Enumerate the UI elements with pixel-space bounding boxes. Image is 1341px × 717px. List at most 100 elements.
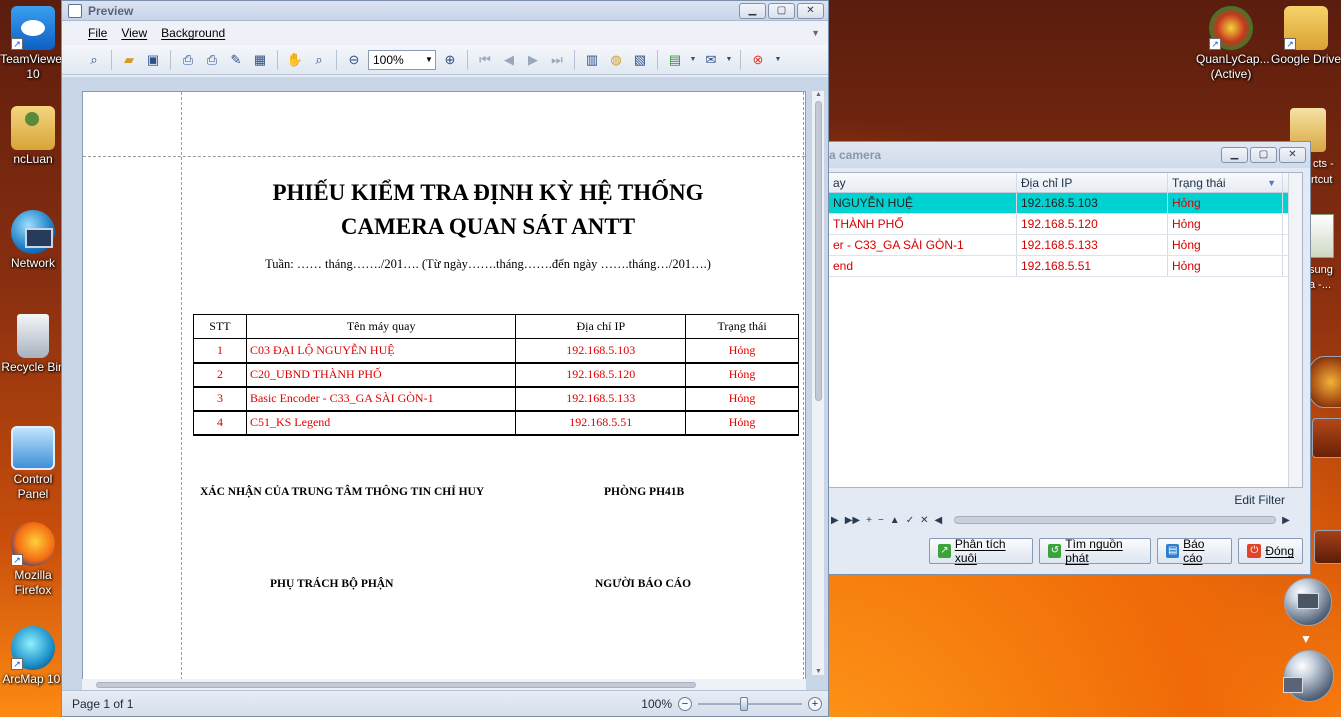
column-header-ip[interactable]: Địa chỉ IP — [1017, 173, 1168, 192]
save-icon[interactable]: ▣ — [143, 50, 163, 70]
table-row[interactable]: end 192.168.5.51 Hỏng — [829, 256, 1302, 277]
open-icon[interactable]: ▰ — [119, 50, 139, 70]
desktop-icon-arcmap[interactable]: ↗ ArcMap 10. — [0, 626, 68, 687]
menu-file[interactable]: File — [88, 26, 107, 40]
desktop-icon-label-partial: cts - — [1313, 158, 1334, 170]
table-row: 3 Basic Encoder - C33_GA SÀI GÒN-1 192.1… — [193, 386, 799, 412]
close-preview-icon[interactable]: ⊗ — [748, 50, 768, 70]
zoom-out-button[interactable]: − — [678, 696, 692, 711]
email-dropdown-icon[interactable]: ▼ — [725, 50, 733, 70]
previous-page-icon[interactable]: ◀ — [499, 50, 519, 70]
report-title-line1: PHIẾU KIỂM TRA ĐỊNH KỲ HỆ THỐNG — [272, 180, 704, 205]
scroll-up-icon[interactable]: ▲ — [812, 91, 825, 98]
watermark-icon[interactable]: ▧ — [630, 50, 650, 70]
desktop-icon-network[interactable]: Network — [0, 210, 68, 271]
desktop-icon-label: ncLuan — [13, 152, 53, 166]
report-button[interactable]: ▤ Báo cáo — [1157, 537, 1233, 565]
last-page-icon[interactable]: ⏭ — [547, 50, 567, 70]
desktop-icon-label: QuanLyCap... (Active) — [1196, 52, 1270, 81]
next-page-icon[interactable]: ▶ — [523, 50, 543, 70]
toolbar-overflow-icon[interactable]: ▼ — [772, 50, 784, 70]
cell-ip: 192.168.5.103 — [515, 338, 687, 364]
zoom-in-icon[interactable]: ⊕ — [440, 50, 460, 70]
zoom-select[interactable]: 100% ▼ — [368, 49, 436, 70]
filter-icon[interactable]: ▼ — [1267, 178, 1276, 188]
preview-title: Preview — [88, 3, 134, 18]
desktop-icon-teamviewer[interactable]: ↗ TeamViewer 10 — [0, 6, 68, 82]
preview-titlebar: Preview ▁ ▢ ✕ — [62, 1, 828, 21]
quick-print-icon[interactable]: ✎ — [226, 50, 246, 70]
desktop-icon-ncluan[interactable]: ncLuan — [0, 106, 68, 167]
zoom-slider-knob[interactable] — [740, 696, 748, 711]
menu-background[interactable]: Background — [161, 26, 225, 40]
column-header-status[interactable]: Trạng thái ▼ — [1168, 173, 1283, 192]
email-icon[interactable]: ✉ — [701, 50, 721, 70]
cell-status: Hỏng — [1168, 256, 1283, 276]
nav-last-icon[interactable]: ▶▶ — [845, 515, 860, 526]
desktop-icon-recycle-bin[interactable]: Recycle Bin — [0, 314, 68, 375]
scroll-down-icon[interactable]: ▼ — [812, 668, 825, 675]
find-source-button[interactable]: ↺ Tìm nguồn phát — [1039, 537, 1152, 565]
nav-add-icon[interactable]: + — [866, 515, 872, 526]
vertical-scrollbar[interactable]: ▲ ▼ — [811, 91, 824, 675]
dock-tile[interactable] — [1314, 530, 1341, 564]
scrollbar-thumb[interactable] — [815, 101, 822, 401]
grid-vertical-scrollbar[interactable] — [1288, 173, 1302, 487]
nav-check-icon[interactable]: ✓ — [906, 515, 914, 526]
scroll-left-icon[interactable]: ◀ — [934, 515, 942, 526]
maximize-button[interactable]: ▢ — [768, 2, 795, 19]
menu-view[interactable]: View — [121, 26, 147, 40]
zoom-out-icon[interactable]: ⊖ — [344, 50, 364, 70]
maximize-button[interactable]: ▢ — [1250, 147, 1277, 163]
cell-status: Hỏng — [685, 338, 799, 364]
cell-ip: 192.168.5.133 — [515, 386, 687, 412]
print-icon[interactable]: ⎙ — [202, 50, 222, 70]
zoom-slider[interactable] — [698, 696, 802, 711]
page-setup-icon[interactable]: ⎙ — [178, 50, 198, 70]
desktop-icon-quanlycap[interactable]: ↗ QuanLyCap... (Active) — [1196, 6, 1270, 82]
minimize-button[interactable]: ▁ — [1221, 147, 1248, 163]
close-button[interactable]: ✕ — [1279, 147, 1306, 163]
first-page-icon[interactable]: ⏮ — [475, 50, 495, 70]
export-dropdown-icon[interactable]: ▼ — [689, 50, 697, 70]
scale-icon[interactable]: ▦ — [250, 50, 270, 70]
scroll-right-icon[interactable]: ▶ — [1282, 515, 1290, 526]
nav-cancel-icon[interactable]: ✕ — [920, 515, 928, 526]
nav-next-icon[interactable]: ▶ — [831, 515, 839, 526]
find-icon[interactable]: ⌕ — [84, 50, 104, 70]
dock-orb[interactable] — [1284, 578, 1332, 626]
column-header-name[interactable]: ay — [829, 173, 1017, 192]
desktop-icon-control-panel[interactable]: Control Panel — [0, 426, 68, 502]
hand-tool-icon[interactable]: ✋ — [285, 50, 305, 70]
close-circle-icon: ⏻ — [1247, 544, 1262, 558]
magnifier-icon[interactable]: ⌕ — [309, 50, 329, 70]
scrollbar-thumb[interactable] — [96, 682, 696, 688]
menu-overflow-icon[interactable]: ▼ — [811, 28, 820, 38]
close-dialog-button[interactable]: ⏻ Đóng — [1238, 538, 1303, 564]
edit-filter-link[interactable]: Edit Filter — [829, 490, 1303, 510]
table-row[interactable]: NGUYỄN HUỆ 192.168.5.103 Hỏng — [829, 193, 1302, 214]
close-button[interactable]: ✕ — [797, 2, 824, 19]
table-row[interactable]: er - C33_GA SÀI GÒN-1 192.168.5.133 Hỏng — [829, 235, 1302, 256]
desktop-icon-google-drive[interactable]: ↗ Google Drive — [1271, 6, 1341, 67]
dock-orb[interactable] — [1283, 650, 1334, 702]
grid-horizontal-scrollbar[interactable] — [954, 516, 1277, 524]
nav-up-icon[interactable]: ▲ — [890, 515, 900, 526]
zoom-in-button[interactable]: + — [808, 696, 822, 711]
desktop-icon-firefox[interactable]: ↗ Mozilla Firefox — [0, 522, 68, 598]
cell-name: er - C33_GA SÀI GÒN-1 — [829, 235, 1017, 255]
fill-color-icon[interactable]: ◍ — [606, 50, 626, 70]
minimize-button[interactable]: ▁ — [739, 2, 766, 19]
nav-delete-icon[interactable]: − — [878, 515, 884, 526]
multiple-pages-icon[interactable]: ▥ — [582, 50, 602, 70]
cell-stt: 4 — [193, 410, 247, 436]
export-icon[interactable]: ▤ — [665, 50, 685, 70]
table-row[interactable]: THÀNH PHỐ 192.168.5.120 Hỏng — [829, 214, 1302, 235]
table-row: 4 C51_KS Legend 192.168.5.51 Hỏng — [193, 410, 799, 436]
analyze-button[interactable]: ↗ Phân tích xuôi — [929, 537, 1034, 565]
dock-tile[interactable] — [1312, 418, 1341, 458]
dock-arrow-icon[interactable]: ▼ — [1300, 632, 1312, 646]
dock-orb[interactable] — [1306, 356, 1341, 408]
preview-canvas: PHIẾU KIỂM TRA ĐỊNH KỲ HỆ THỐNG CAMERA Q… — [62, 77, 828, 691]
report-icon: ▤ — [1166, 544, 1180, 558]
